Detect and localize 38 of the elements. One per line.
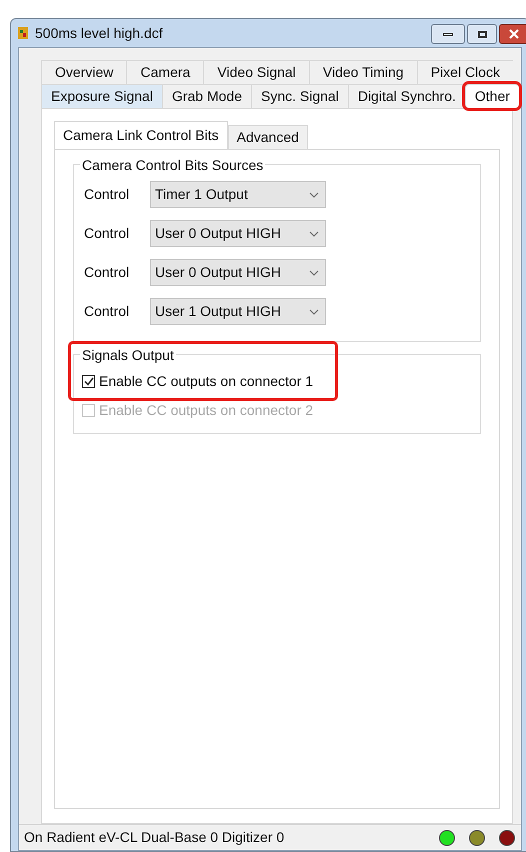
control-label: Control: [84, 302, 130, 321]
tab[interactable]: Pixel Clock: [416, 60, 514, 84]
dropdown-value: User 0 Output HIGH: [155, 224, 282, 243]
check-icon: [84, 377, 94, 386]
subtab[interactable]: Camera Link Control Bits: [54, 121, 228, 149]
subtab[interactable]: Advanced: [228, 125, 308, 149]
checkbox[interactable]: [82, 375, 95, 388]
dropdown[interactable]: User 0 Output HIGH: [150, 220, 326, 247]
tab[interactable]: Video Timing: [308, 60, 417, 84]
app-icon: [17, 26, 29, 40]
tab[interactable]: Digital Synchro.: [348, 84, 465, 108]
dropdown-value: Timer 1 Output: [155, 185, 248, 204]
tab[interactable]: Video Signal: [203, 60, 309, 84]
control-label: Control: [84, 263, 130, 282]
dropdown[interactable]: Timer 1 Output: [150, 181, 326, 208]
minimize-button[interactable]: [431, 24, 465, 44]
dropdown[interactable]: User 0 Output HIGH: [150, 259, 326, 286]
maximize-button[interactable]: [467, 24, 497, 44]
close-button[interactable]: [499, 24, 526, 44]
close-icon: [509, 29, 519, 39]
tab[interactable]: Grab Mode: [162, 84, 251, 108]
chevron-down-icon: [309, 308, 319, 314]
control-label: Control: [84, 224, 130, 243]
status-text: On Radient eV-CL Dual-Base 0 Digitizer 0: [24, 828, 284, 847]
tab[interactable]: Sync. Signal: [251, 84, 348, 108]
tab[interactable]: Camera: [126, 60, 204, 84]
chevron-down-icon: [309, 270, 319, 276]
tab[interactable]: Other: [464, 84, 519, 108]
dropdown-value: User 0 Output HIGH: [155, 263, 282, 282]
checkbox-row[interactable]: Enable CC outputs on connector 1: [82, 371, 472, 392]
chevron-down-icon: [309, 192, 319, 198]
chevron-down-icon: [309, 230, 319, 236]
dropdown[interactable]: User 1 Output HIGH: [150, 298, 326, 325]
control-label: Control: [84, 185, 130, 204]
dropdown-value: User 1 Output HIGH: [155, 302, 282, 321]
tab[interactable]: Exposure Signal: [41, 84, 162, 108]
window-title: 500ms level high.dcf: [35, 24, 163, 43]
tab[interactable]: Overview: [41, 60, 126, 84]
